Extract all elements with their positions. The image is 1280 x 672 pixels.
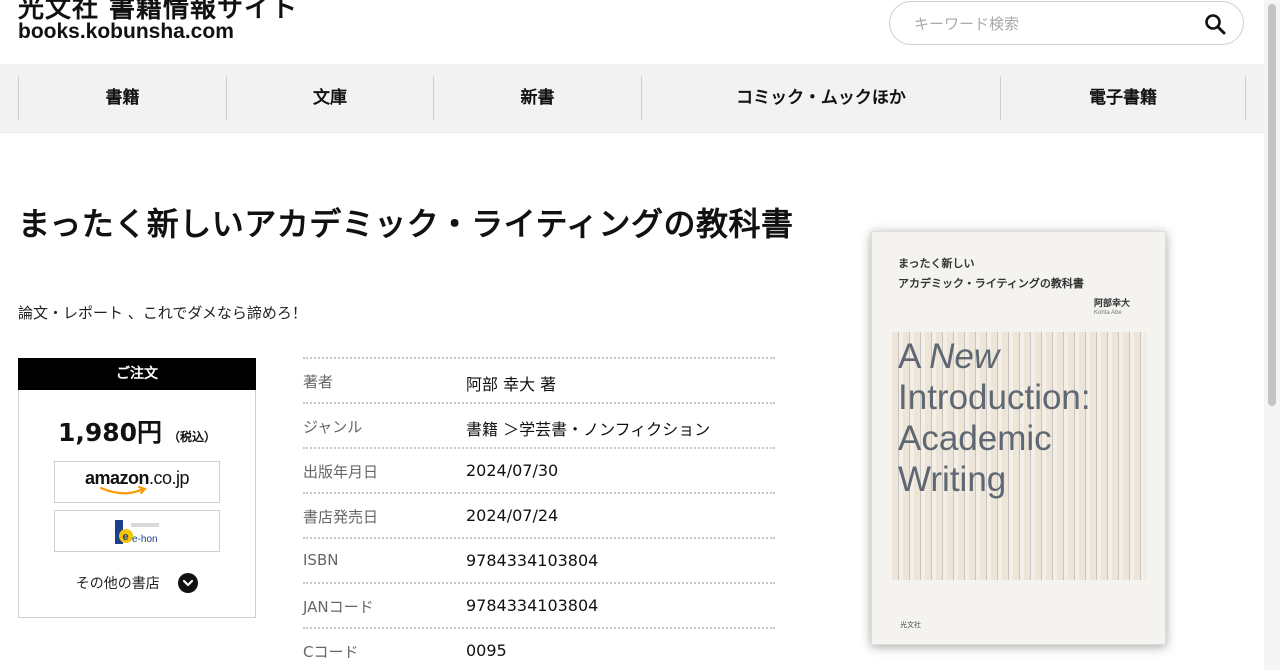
svg-text:e-hon: e-hon <box>132 534 158 545</box>
chevron-down-icon <box>178 573 199 593</box>
book-cover-image: まったく新しい アカデミック・ライティングの教科書 阿部幸大 Kohta Abe… <box>871 231 1166 645</box>
cover-en-title: A New Introduction: Academic Writing <box>898 337 1091 499</box>
info-row-release-date: 書店発売日 2024/07/24 <box>303 492 775 537</box>
info-label: ISBN <box>303 551 339 569</box>
scrollbar-thumb[interactable] <box>1268 4 1276 406</box>
book-info-table: 著者 阿部 幸大 著 ジャンル 書籍 ＞学芸書・ノンフィクション 出版年月日 2… <box>303 357 775 672</box>
svg-text:e: e <box>123 531 129 543</box>
info-label: 著者 <box>303 373 334 391</box>
search-box <box>889 1 1244 46</box>
price-value: 1,980円 <box>57 418 163 447</box>
ehon-logo-icon: e e-hon <box>115 520 159 545</box>
info-value: 2024/07/30 <box>466 461 559 480</box>
info-row-c-code: Cコード 0095 <box>303 627 775 672</box>
info-label: 出版年月日 <box>303 463 379 481</box>
info-row-author: 著者 阿部 幸大 著 <box>303 357 775 402</box>
order-box: ご注文 1,980円 （税込） amazon.co.jp e e-hon その他の… <box>18 358 256 618</box>
cover-jp-title: まったく新しい アカデミック・ライティングの教科書 <box>898 257 1084 290</box>
info-row-jan-code: JANコード 9784334103804 <box>303 582 775 627</box>
info-value-genre[interactable]: 書籍 ＞学芸書・ノンフィクション <box>466 416 710 440</box>
search-icon[interactable] <box>1203 12 1227 36</box>
info-value: 2024/07/24 <box>466 506 559 525</box>
info-value-author[interactable]: 阿部 幸大 著 <box>466 371 556 395</box>
price-tax-note: （税込） <box>168 430 217 444</box>
info-row-publish-date: 出版年月日 2024/07/30 <box>303 447 775 492</box>
ehon-button[interactable]: e e-hon <box>54 510 220 552</box>
search-input[interactable] <box>912 2 1186 46</box>
nav-divider <box>1245 76 1246 120</box>
info-value: 9784334103804 <box>466 551 599 570</box>
info-value: 9784334103804 <box>466 596 599 615</box>
price: 1,980円 （税込） <box>19 413 255 449</box>
site-url[interactable]: books.kobunsha.com <box>18 20 234 44</box>
book-subtitle: 論文・レポート 、これでダメなら諦めろ！ <box>18 304 307 322</box>
info-label: Cコード <box>303 643 359 661</box>
nav-item-ebooks[interactable]: 電子書籍 <box>1001 76 1245 120</box>
amazon-button[interactable]: amazon.co.jp <box>54 461 220 503</box>
info-label: JANコード <box>303 598 374 616</box>
cover-publisher: 光文社 <box>900 621 921 629</box>
amazon-smile-icon <box>99 486 147 495</box>
info-row-genre: ジャンル 書籍 ＞学芸書・ノンフィクション <box>303 402 775 447</box>
info-row-isbn: ISBN 9784334103804 <box>303 537 775 582</box>
nav-item-comics[interactable]: コミック・ムックほか <box>642 76 1000 120</box>
other-stores-toggle[interactable]: その他の書店 <box>19 573 255 594</box>
order-header: ご注文 <box>18 358 256 390</box>
main-nav: 書籍 文庫 新書 コミック・ムックほか 電子書籍 <box>0 64 1264 133</box>
nav-item-books[interactable]: 書籍 <box>19 76 226 120</box>
book-title: まったく新しいアカデミック・ライティングの教科書 <box>18 205 794 243</box>
nav-item-bunko[interactable]: 文庫 <box>227 76 433 120</box>
info-label: 書店発売日 <box>303 508 379 526</box>
cover-author-en: Kohta Abe <box>1094 310 1122 316</box>
info-label: ジャンル <box>303 418 363 436</box>
nav-item-shinsho[interactable]: 新書 <box>434 76 641 120</box>
other-stores-label: その他の書店 <box>75 576 160 592</box>
cover-author: 阿部幸大 <box>1094 299 1131 309</box>
info-value: 0095 <box>466 641 507 660</box>
